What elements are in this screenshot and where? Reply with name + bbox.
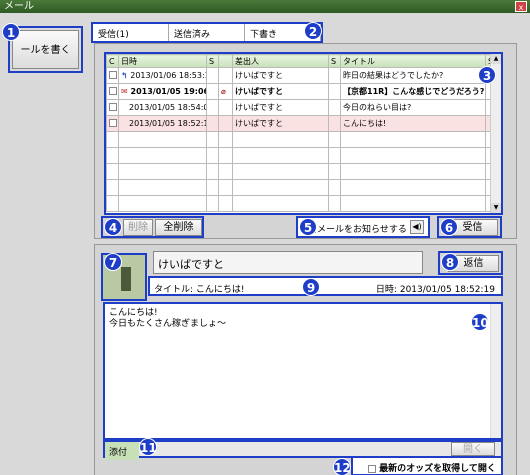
row-title: 今日のねらい目は?: [340, 99, 486, 116]
mail-list: C 日時 S 差出人 S タイトル S ↰ 2013/01/06 18:53:1…: [104, 52, 503, 215]
mail-table: C 日時 S 差出人 S タイトル S ↰ 2013/01/06 18:53:1…: [106, 54, 496, 212]
attach-label: 添付: [105, 442, 139, 460]
mail-date-wrap: 日時: 2013/01/05 18:52:19: [376, 282, 495, 295]
row-sender: けいばですと: [232, 115, 329, 132]
col-date[interactable]: 日時: [118, 54, 207, 68]
scroll-down-icon[interactable]: ▼: [491, 203, 501, 213]
marker-6: 6: [440, 218, 458, 236]
row-date: 2013/01/05 18:54:08: [118, 99, 207, 116]
marker-1: 1: [2, 23, 20, 41]
row-date: 2013/01/05 19:06:33: [130, 87, 206, 96]
marker-8: 8: [441, 253, 459, 271]
body-line: こんにちは!: [109, 308, 158, 318]
scroll-up-icon[interactable]: ▲: [491, 54, 501, 64]
col-sender[interactable]: 差出人: [232, 54, 329, 68]
unread-icon: ✉: [121, 87, 128, 96]
paperclip-icon: ⌀: [221, 87, 226, 96]
tab-sent[interactable]: 送信済み: [169, 24, 245, 41]
marker-4: 4: [104, 218, 122, 236]
col-title[interactable]: タイトル: [340, 54, 486, 68]
mail-tabs: 受信(1) 送信済み 下書き: [91, 22, 323, 43]
delete-button[interactable]: 削除: [123, 219, 153, 236]
row-title: こんにちは!: [340, 115, 486, 132]
marker-3: 3: [478, 66, 496, 84]
row-date: 2013/01/05 18:52:19: [118, 115, 207, 132]
delete-all-button[interactable]: 全削除: [155, 219, 202, 236]
avatar-figure: [121, 267, 131, 291]
row-date: 2013/01/06 18:53:11: [130, 71, 207, 80]
marker-7: 7: [104, 253, 122, 271]
row-checkbox[interactable]: [109, 102, 117, 111]
mail-title: こんにちは!: [195, 285, 245, 295]
open-button[interactable]: 開く: [451, 442, 495, 456]
marker-5: 5: [299, 218, 317, 236]
title-label: タイトル:: [154, 285, 194, 295]
row-checkbox[interactable]: [109, 70, 117, 79]
row-sender: けいばですと: [232, 99, 329, 116]
window-title: メール: [4, 1, 34, 12]
col-attach: [218, 54, 233, 68]
date-label: 日時:: [375, 285, 397, 295]
mail-meta: タイトル: こんにちは! 日時: 2013/01/05 18:52:19: [148, 276, 503, 296]
sender-name: けいばですと: [153, 251, 423, 274]
mail-window: ールを書く 1 受信(1) 送信済み 下書き 2 C 日時 S 差出人 S タイ…: [0, 13, 530, 475]
marker-9: 9: [302, 278, 320, 296]
reply-icon: ↰: [121, 71, 128, 80]
row-title: 【京都11R】こんな感じでどうだろう?: [340, 83, 486, 100]
table-row[interactable]: 2013/01/05 18:54:08 けいばですと 今日のねらい目は?: [106, 99, 496, 116]
row-sender: けいばですと: [232, 67, 329, 84]
body-line: 今日もたくさん稼ぎましょ〜: [109, 319, 227, 329]
marker-2: 2: [304, 22, 322, 40]
compose-button[interactable]: ールを書く: [12, 30, 79, 69]
odds-group: 最新のオッズを取得して開く: [351, 456, 503, 475]
marker-10: 10: [471, 313, 489, 331]
row-checkbox[interactable]: [109, 86, 117, 95]
close-button[interactable]: x: [515, 1, 527, 12]
marker-11: 11: [139, 438, 157, 456]
row-checkbox[interactable]: [109, 118, 117, 127]
mail-date: 2013/01/05 18:52:19: [399, 285, 495, 295]
table-row[interactable]: ✉ 2013/01/05 19:06:33 ⌀ けいばですと 【京都11R】こん…: [106, 83, 496, 100]
row-sender: けいばですと: [232, 83, 329, 100]
row-title: 昨日の結果はどうでしたか?: [340, 67, 486, 84]
table-row[interactable]: ↰ 2013/01/06 18:53:11 けいばですと 昨日の結果はどうでした…: [106, 67, 496, 84]
notify-label: 着メールをお知らせする: [308, 225, 407, 235]
table-row[interactable]: 2013/01/05 18:52:19 けいばですと こんにちは!: [106, 115, 496, 132]
col-check[interactable]: C: [106, 54, 119, 68]
body-scrollbar[interactable]: [490, 304, 501, 438]
tab-inbox[interactable]: 受信(1): [93, 24, 169, 41]
col-status[interactable]: S: [206, 54, 219, 68]
window-titlebar: メール x: [0, 0, 530, 13]
odds-checkbox[interactable]: [368, 464, 376, 473]
mail-body[interactable]: こんにちは! 今日もたくさん稼ぎましょ〜: [103, 302, 503, 440]
odds-label: 最新のオッズを取得して開く: [379, 464, 496, 474]
speaker-icon[interactable]: ◀): [410, 220, 424, 234]
marker-12: 12: [333, 458, 351, 475]
col-status2[interactable]: S: [328, 54, 341, 68]
